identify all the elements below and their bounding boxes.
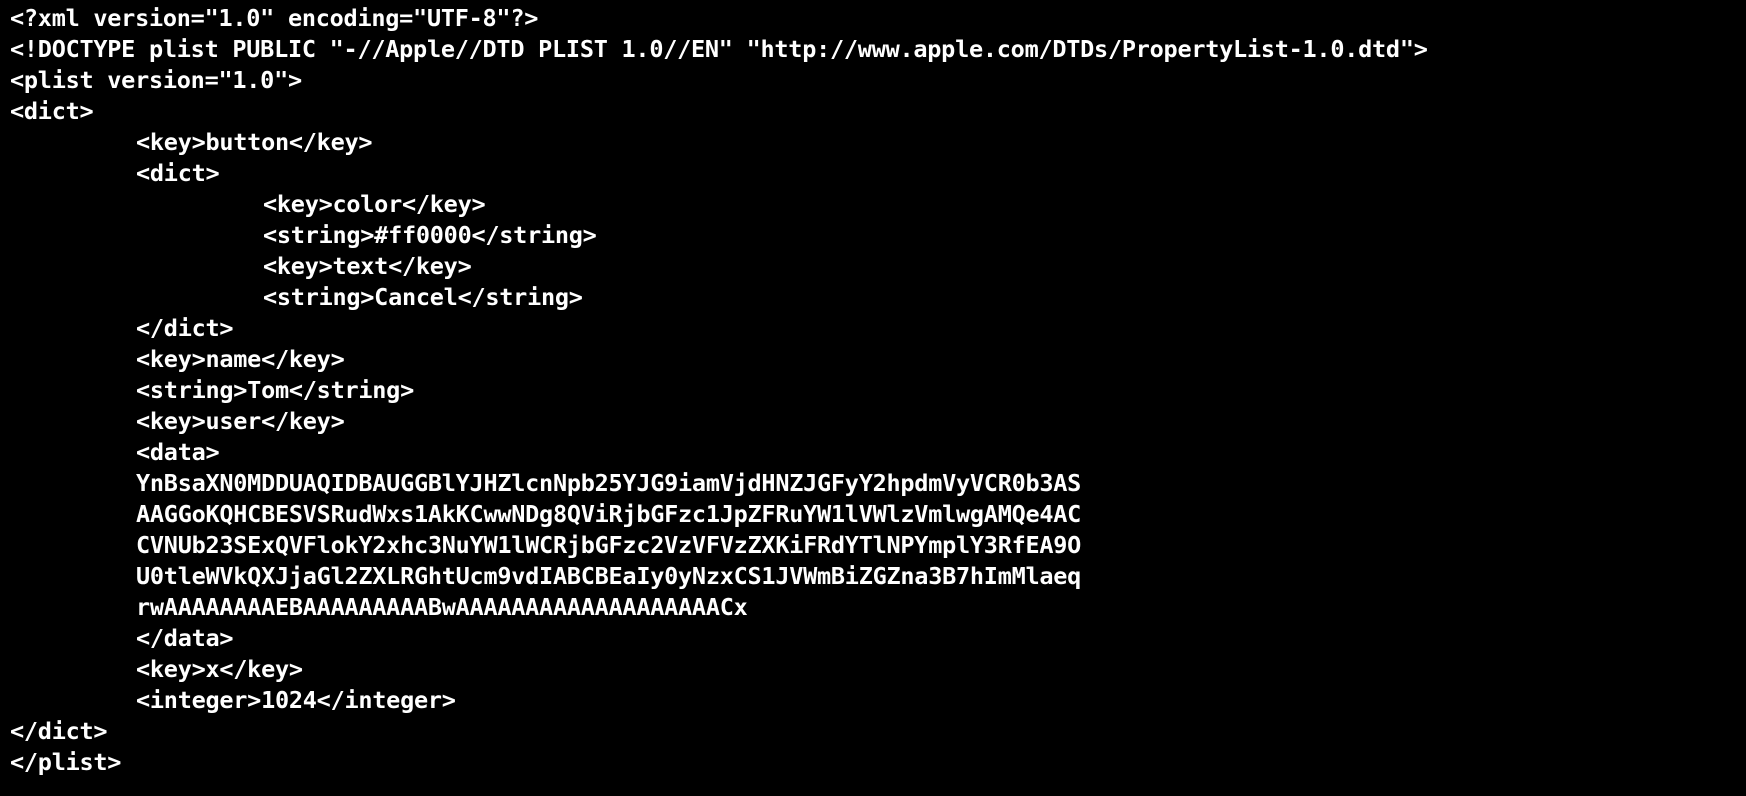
code-line-data-base64: AAGGoKQHCBESVSRudWxs1AkKCwwNDg8QViRjbGFz… — [136, 500, 1082, 528]
code-line-string-cancel: <string>Cancel</string> — [263, 283, 583, 311]
code-line-button-dict-open: <dict> — [136, 159, 220, 187]
code-line-data-base64: U0tleWVkQXJjaGl2ZXLRGhtUcm9vdIABCBEaIy0y… — [136, 562, 1082, 590]
code-line-xml-declaration: <?xml version="1.0" encoding="UTF-8"?> — [10, 4, 539, 32]
plist-code-text: <?xml version="1.0" encoding="UTF-8"?> <… — [10, 3, 1428, 778]
code-line-data-base64: rwAAAAAAAAEBAAAAAAAAABwAAAAAAAAAAAAAAAAA… — [136, 593, 748, 621]
code-line-key-name: <key>name</key> — [136, 345, 345, 373]
terminal-window: <?xml version="1.0" encoding="UTF-8"?> <… — [0, 0, 1746, 796]
code-line-string-color: <string>#ff0000</string> — [263, 221, 597, 249]
code-line-root-dict-close: </dict> — [10, 717, 108, 745]
code-line-data-base64: YnBsaXN0MDDUAQIDBAUGGBlYJHZlcnNpb25YJG9i… — [136, 469, 1082, 497]
code-line-data-base64: CVNUb23SExQVFlokY2xhc3NuYW1lWCRjbGFzc2Vz… — [136, 531, 1082, 559]
code-line-plist-close: </plist> — [10, 748, 122, 776]
code-line-key-color: <key>color</key> — [263, 190, 486, 218]
code-line-key-user: <key>user</key> — [136, 407, 345, 435]
code-line-key-x: <key>x</key> — [136, 655, 303, 683]
code-line-data-close: </data> — [136, 624, 234, 652]
code-line-key-button: <key>button</key> — [136, 128, 373, 156]
code-line-button-dict-close: </dict> — [136, 314, 234, 342]
code-line-string-tom: <string>Tom</string> — [136, 376, 414, 404]
code-line-plist-open: <plist version="1.0"> — [10, 66, 302, 94]
code-line-data-open: <data> — [136, 438, 220, 466]
code-line-key-text: <key>text</key> — [263, 252, 472, 280]
code-line-integer-1024: <integer>1024</integer> — [136, 686, 456, 714]
code-line-doctype: <!DOCTYPE plist PUBLIC "-//Apple//DTD PL… — [10, 35, 1428, 63]
code-line-root-dict-open: <dict> — [10, 97, 94, 125]
